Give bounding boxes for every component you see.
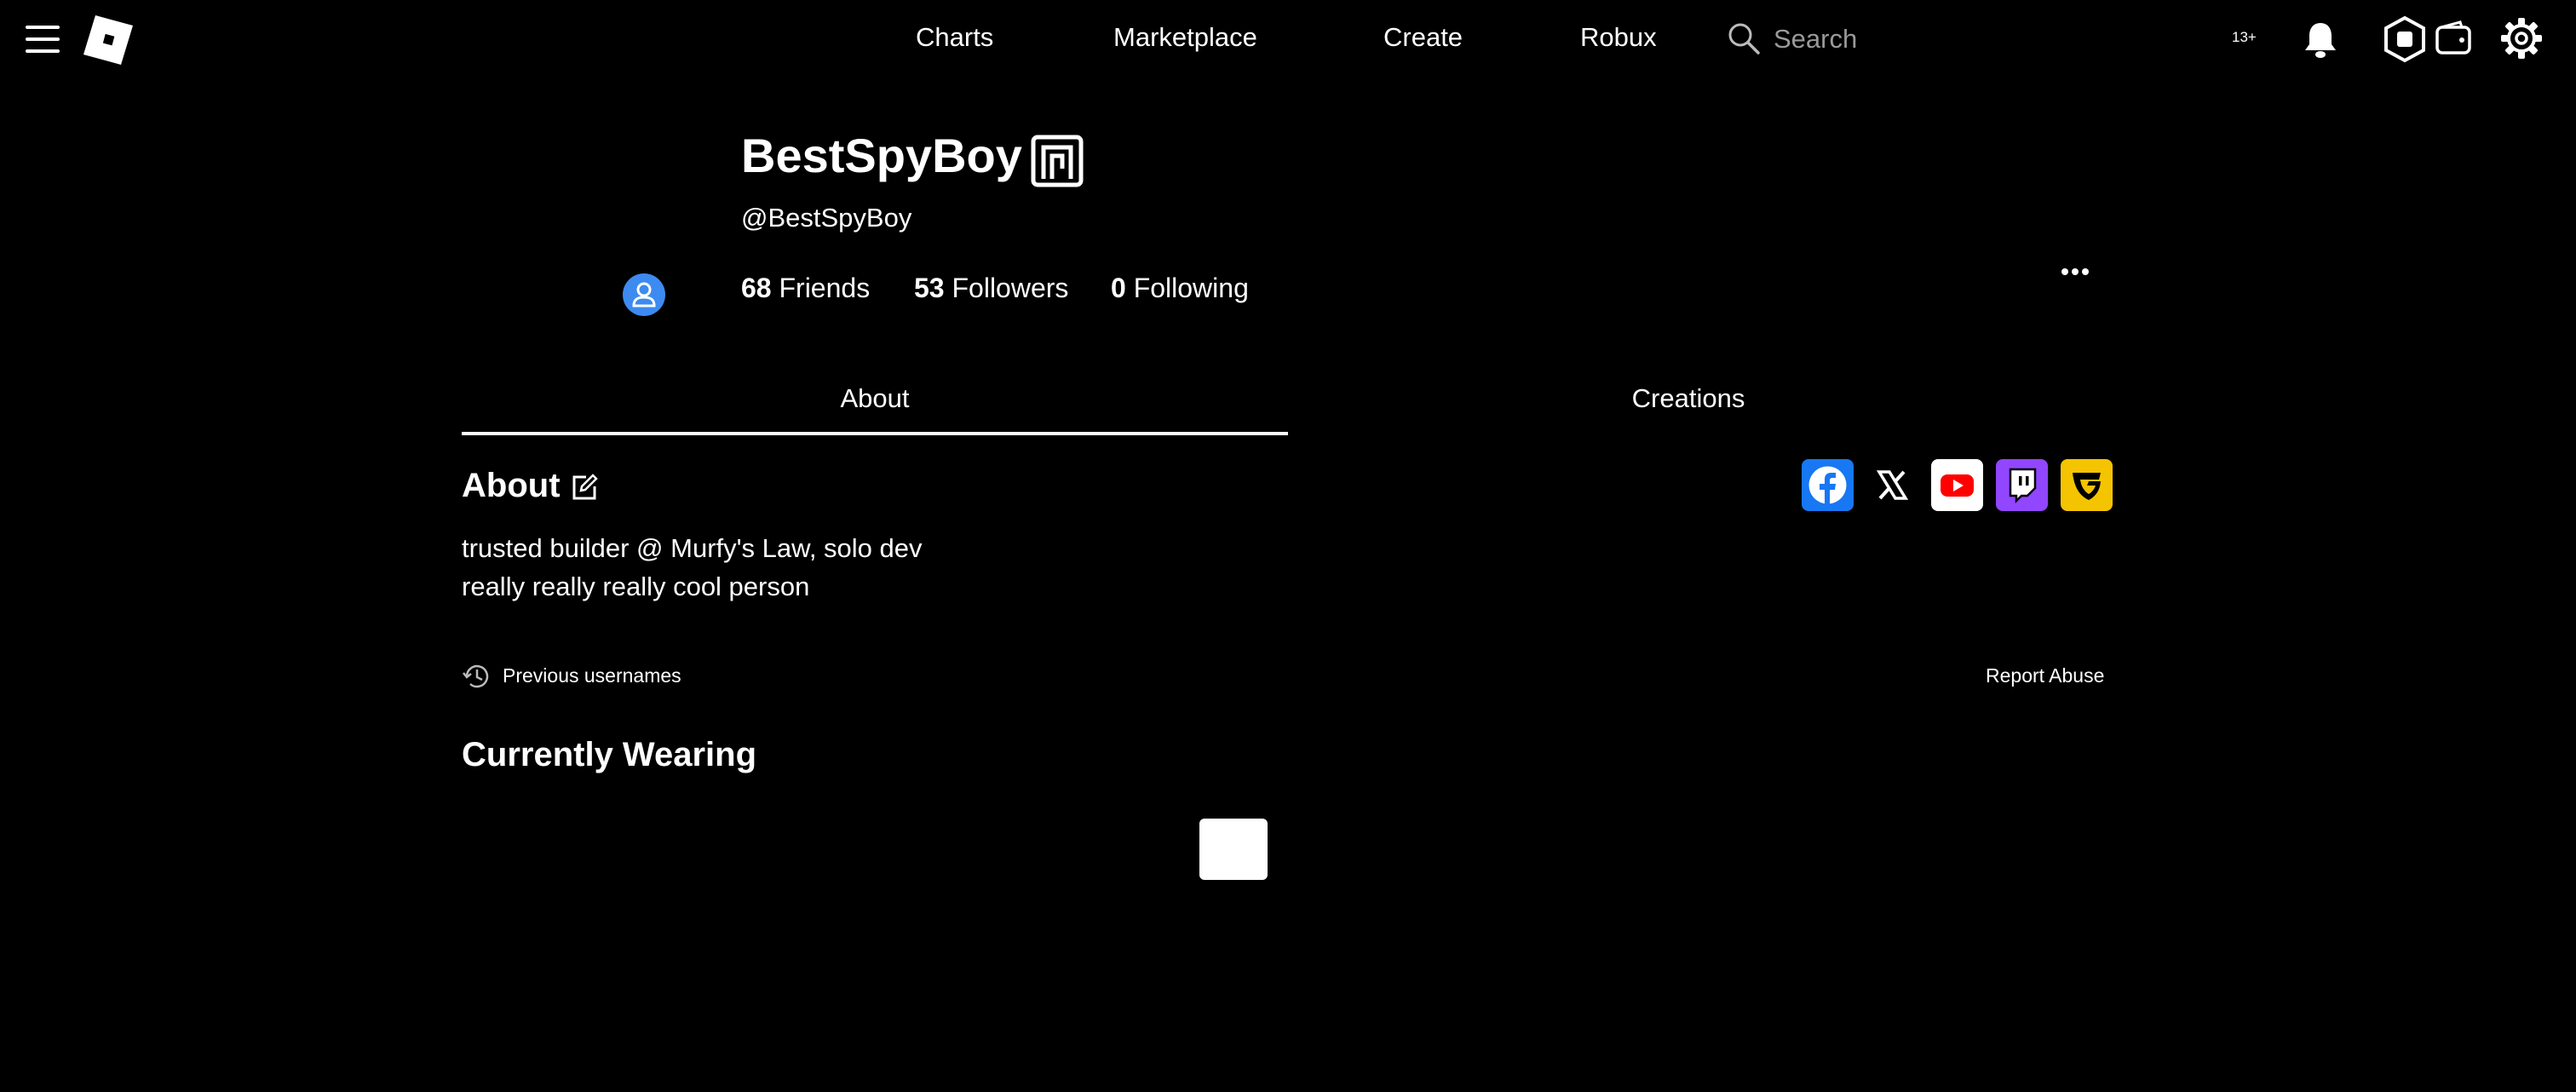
following-count-label: Following bbox=[1133, 273, 1249, 303]
search-icon bbox=[1728, 23, 1760, 55]
friends-count-label: Friends bbox=[779, 273, 871, 303]
active-tab-indicator bbox=[462, 432, 1288, 435]
x-icon bbox=[1876, 470, 1909, 500]
avatar[interactable] bbox=[623, 273, 665, 316]
history-icon bbox=[463, 664, 489, 688]
nav-link-robux[interactable]: Robux bbox=[1580, 22, 1657, 53]
top-navigation-bar: Charts Marketplace Create Robux 13+ bbox=[0, 0, 2576, 82]
friends-count[interactable]: 68 Friends bbox=[741, 273, 870, 304]
currently-wearing-heading: Currently Wearing bbox=[462, 736, 756, 773]
x-twitter-link[interactable] bbox=[1866, 459, 1918, 511]
hamburger-menu-icon[interactable] bbox=[26, 26, 60, 53]
bio-line: really really really cool person bbox=[462, 572, 810, 601]
report-abuse-link[interactable]: Report Abuse bbox=[1986, 664, 2104, 687]
bio-line: trusted builder @ Murfy's Law, solo dev bbox=[462, 533, 923, 563]
previous-usernames-link[interactable]: Previous usernames bbox=[503, 664, 681, 687]
avatar-preview[interactable] bbox=[1199, 819, 1268, 880]
followers-count-label: Followers bbox=[952, 273, 1069, 303]
guilded-link[interactable] bbox=[2061, 459, 2113, 511]
verified-badge-icon bbox=[1031, 135, 1084, 187]
more-options-icon[interactable] bbox=[2061, 264, 2096, 281]
roblox-logo-icon[interactable] bbox=[83, 15, 133, 65]
youtube-icon bbox=[1941, 474, 1974, 497]
following-count[interactable]: 0 Following bbox=[1111, 273, 1249, 304]
nav-link-create[interactable]: Create bbox=[1383, 22, 1463, 53]
age-rating-badge: 13+ bbox=[2232, 29, 2257, 45]
wallet-icon[interactable] bbox=[2435, 20, 2472, 56]
profile-display-name: BestSpyBoy bbox=[741, 129, 1022, 182]
friends-count-value: 68 bbox=[741, 273, 772, 303]
following-count-value: 0 bbox=[1111, 273, 1126, 303]
about-heading: About bbox=[462, 467, 561, 504]
twitch-link[interactable] bbox=[1996, 459, 2048, 511]
facebook-icon bbox=[1808, 466, 1847, 504]
nav-link-charts[interactable]: Charts bbox=[916, 22, 993, 53]
tab-about[interactable]: About bbox=[462, 383, 1288, 414]
edit-pencil-icon[interactable] bbox=[569, 472, 600, 503]
search-input[interactable] bbox=[1772, 19, 2133, 60]
settings-gear-icon[interactable] bbox=[2499, 16, 2544, 60]
notifications-bell-icon[interactable] bbox=[2298, 18, 2343, 62]
nav-link-marketplace[interactable]: Marketplace bbox=[1113, 22, 1257, 53]
twitch-icon bbox=[2009, 468, 2037, 504]
youtube-link[interactable] bbox=[1931, 459, 1983, 511]
facebook-link[interactable] bbox=[1802, 459, 1854, 511]
robux-icon[interactable] bbox=[2383, 15, 2427, 63]
followers-count[interactable]: 53 Followers bbox=[914, 273, 1068, 304]
followers-count-value: 53 bbox=[914, 273, 945, 303]
profile-username: @BestSpyBoy bbox=[741, 203, 912, 233]
guilded-icon bbox=[2073, 473, 2101, 500]
tab-creations[interactable]: Creations bbox=[1288, 383, 2089, 414]
user-icon bbox=[632, 282, 656, 307]
